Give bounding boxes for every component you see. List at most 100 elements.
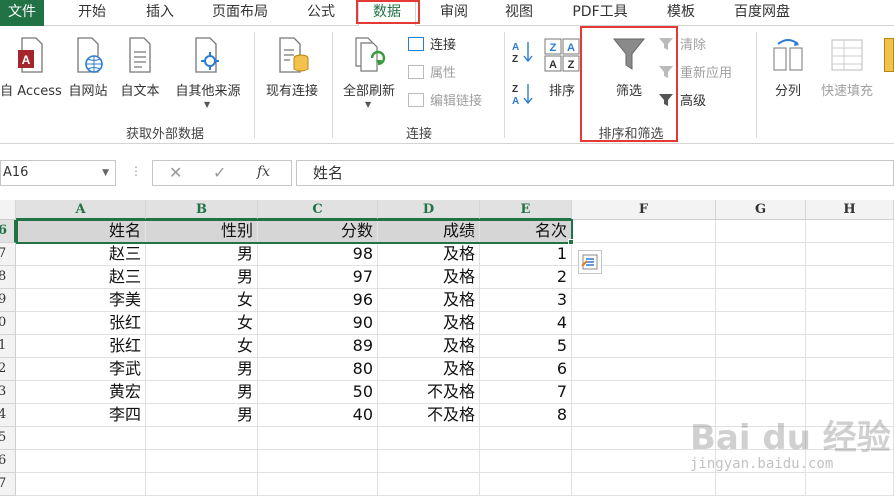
fill-handle[interactable] [568, 239, 574, 245]
formula-input[interactable]: 姓名 [296, 160, 894, 186]
empty-cell[interactable] [258, 450, 378, 473]
empty-cell[interactable] [16, 450, 146, 473]
row-header[interactable]: 1 [0, 335, 16, 358]
data-cell-b[interactable]: 女 [146, 289, 258, 312]
empty-cell[interactable] [806, 381, 894, 404]
refresh-all-button[interactable]: 全部刷新 ▼ [336, 32, 402, 118]
empty-cell[interactable] [258, 473, 378, 496]
data-cell-c[interactable]: 98 [258, 243, 378, 266]
empty-cell[interactable] [572, 289, 716, 312]
clear-filter-button[interactable]: 清除 [658, 36, 706, 56]
empty-cell[interactable] [480, 427, 572, 450]
tab-review[interactable]: 审阅 [424, 0, 484, 26]
text-to-columns-button[interactable]: 分列 [764, 32, 812, 118]
empty-cell[interactable] [146, 427, 258, 450]
column-header-e[interactable]: E [480, 200, 572, 220]
data-cell-d[interactable]: 不及格 [378, 381, 480, 404]
header-cell-a[interactable]: 姓名 [16, 220, 146, 243]
empty-cell[interactable] [378, 450, 480, 473]
flash-fill-button[interactable]: 快速填充 [814, 32, 880, 118]
data-cell-e[interactable]: 8 [480, 404, 572, 427]
column-header-c[interactable]: C [258, 200, 378, 220]
tab-baidu-netdisk[interactable]: 百度网盘 [722, 0, 802, 26]
tab-file[interactable]: 文件 [0, 0, 44, 26]
data-cell-b[interactable]: 男 [146, 243, 258, 266]
data-cell-c[interactable]: 89 [258, 335, 378, 358]
row-header[interactable]: 4 [0, 404, 16, 427]
from-web-button[interactable]: 自网站 [62, 32, 114, 118]
empty-cell[interactable] [716, 243, 806, 266]
existing-connections-button[interactable]: 现有连接 [258, 32, 326, 118]
row-header[interactable]: 0 [0, 312, 16, 335]
from-text-button[interactable]: 自文本 [114, 32, 166, 118]
empty-cell[interactable] [806, 289, 894, 312]
data-cell-a[interactable]: 赵三 [16, 266, 146, 289]
tab-formulas[interactable]: 公式 [292, 0, 350, 26]
tab-templates[interactable]: 模板 [652, 0, 710, 26]
from-access-button[interactable]: A 自 Access [0, 32, 62, 118]
data-cell-d[interactable]: 及格 [378, 335, 480, 358]
empty-cell[interactable] [716, 358, 806, 381]
data-cell-a[interactable]: 张红 [16, 312, 146, 335]
empty-cell[interactable] [146, 473, 258, 496]
empty-cell[interactable] [572, 220, 716, 243]
header-cell-b[interactable]: 性别 [146, 220, 258, 243]
empty-cell[interactable] [806, 312, 894, 335]
data-cell-d[interactable]: 及格 [378, 312, 480, 335]
column-header-d[interactable]: D [378, 200, 480, 220]
data-cell-b[interactable]: 女 [146, 312, 258, 335]
name-box[interactable]: A16 ▼ [0, 160, 116, 186]
row-header[interactable]: 7 [0, 243, 16, 266]
sort-descending-button[interactable]: Z A [512, 82, 536, 107]
row-header[interactable]: 9 [0, 289, 16, 312]
tab-view[interactable]: 视图 [490, 0, 548, 26]
header-cell-e[interactable]: 名次 [480, 220, 572, 243]
empty-cell[interactable] [378, 427, 480, 450]
data-cell-b[interactable]: 男 [146, 358, 258, 381]
select-all-corner[interactable] [0, 200, 16, 220]
empty-cell[interactable] [806, 266, 894, 289]
empty-cell[interactable] [572, 473, 716, 496]
reapply-button[interactable]: 重新应用 [658, 64, 732, 84]
advanced-filter-button[interactable]: 高级 [658, 92, 706, 112]
edit-links-button[interactable]: 编辑链接 [408, 92, 482, 112]
data-cell-e[interactable]: 2 [480, 266, 572, 289]
data-cell-e[interactable]: 4 [480, 312, 572, 335]
tab-page-layout[interactable]: 页面布局 [200, 0, 280, 26]
data-cell-a[interactable]: 李美 [16, 289, 146, 312]
data-cell-c[interactable]: 97 [258, 266, 378, 289]
row-header[interactable]: 2 [0, 358, 16, 381]
data-cell-d[interactable]: 及格 [378, 358, 480, 381]
row-header[interactable]: 7 [0, 473, 16, 496]
data-cell-c[interactable]: 50 [258, 381, 378, 404]
data-cell-e[interactable]: 3 [480, 289, 572, 312]
data-cell-e[interactable]: 6 [480, 358, 572, 381]
data-cell-b[interactable]: 女 [146, 335, 258, 358]
empty-cell[interactable] [480, 450, 572, 473]
remove-duplicates-icon[interactable] [884, 38, 894, 72]
data-cell-c[interactable]: 90 [258, 312, 378, 335]
data-cell-e[interactable]: 7 [480, 381, 572, 404]
header-cell-d[interactable]: 成绩 [378, 220, 480, 243]
insert-function-icon[interactable]: fx [257, 164, 270, 180]
header-cell-c[interactable]: 分数 [258, 220, 378, 243]
data-cell-a[interactable]: 黄宏 [16, 381, 146, 404]
empty-cell[interactable] [806, 358, 894, 381]
empty-cell[interactable] [716, 473, 806, 496]
empty-cell[interactable] [480, 473, 572, 496]
data-cell-d[interactable]: 及格 [378, 266, 480, 289]
tab-data[interactable]: 数据 [358, 0, 416, 27]
data-cell-c[interactable]: 40 [258, 404, 378, 427]
empty-cell[interactable] [806, 473, 894, 496]
data-cell-a[interactable]: 赵三 [16, 243, 146, 266]
connections-button[interactable]: 连接 [408, 36, 456, 56]
sort-button[interactable]: Z A A Z 排序 [540, 32, 584, 118]
row-header[interactable]: 5 [0, 427, 16, 450]
empty-cell[interactable] [806, 220, 894, 243]
data-cell-d[interactable]: 不及格 [378, 404, 480, 427]
empty-cell[interactable] [716, 220, 806, 243]
column-header-h[interactable]: H [806, 200, 894, 220]
empty-cell[interactable] [572, 312, 716, 335]
data-cell-d[interactable]: 及格 [378, 243, 480, 266]
empty-cell[interactable] [146, 450, 258, 473]
